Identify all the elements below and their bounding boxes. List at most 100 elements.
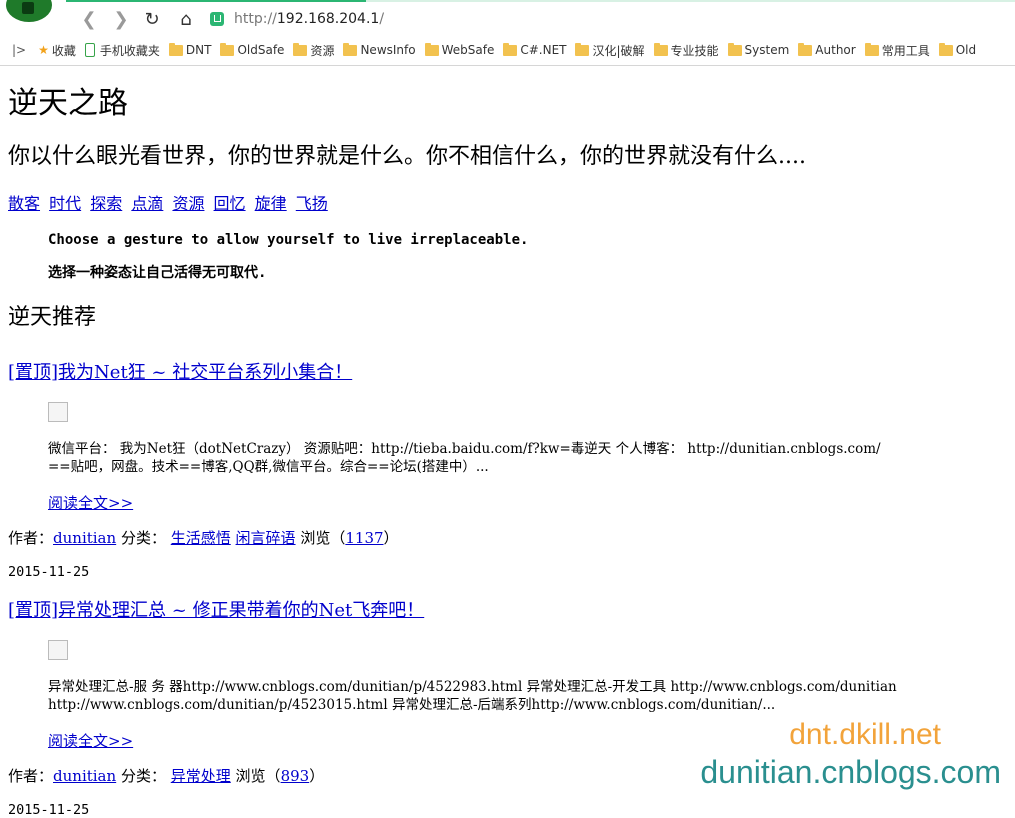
- views-close: ）: [383, 529, 399, 547]
- back-arrow-icon[interactable]: ❮: [78, 8, 100, 30]
- folder-icon: [798, 42, 813, 56]
- url-path: /: [379, 11, 385, 27]
- browser-toolbar: ❮ ❯ ↻ ⌂ http://192.168.204.1/: [0, 0, 1015, 36]
- bookmark-label: Author: [815, 43, 856, 57]
- folder-icon: [727, 42, 742, 56]
- quote-english: Choose a gesture to allow yourself to li…: [48, 232, 529, 248]
- post-meta: 作者：dunitian 分类： 生活感悟 闲言碎语 浏览（1137）: [8, 527, 1013, 548]
- forward-arrow-icon[interactable]: ❯: [110, 8, 132, 30]
- folder-icon: [864, 42, 879, 56]
- menu-item[interactable]: 飞扬: [296, 194, 328, 213]
- sidebar-toggle-icon[interactable]: |>: [12, 43, 26, 57]
- views-label: 浏览（: [300, 529, 346, 547]
- bookmark-label: 专业技能: [670, 43, 719, 58]
- bookmark-item[interactable]: OldSafe: [220, 42, 285, 57]
- excerpt-line: ==贴吧，网盘。技术==博客,QQ群,微信平台。综合==论坛(搭建中）...: [48, 459, 489, 475]
- bookmark-item[interactable]: 常用工具: [864, 42, 930, 59]
- url-scheme: http://: [234, 11, 277, 27]
- bookmark-item[interactable]: Author: [798, 42, 856, 57]
- watermark-domain: dnt.dkill.net: [789, 718, 941, 751]
- site-menu: 散客 时代 探索 点滴 资源 回忆 旋律 飞扬: [8, 190, 1013, 214]
- bookmark-label: WebSafe: [441, 43, 495, 57]
- folder-icon: [168, 42, 183, 56]
- bookmark-label: Old: [955, 43, 977, 57]
- active-tab-indicator: [66, 0, 366, 2]
- folder-icon: [293, 42, 308, 56]
- folder-icon: [575, 42, 590, 56]
- bookmark-item[interactable]: System: [727, 42, 790, 57]
- site-title: 逆天之路: [8, 86, 128, 121]
- post-date: 2015-11-25: [8, 802, 90, 818]
- folder-icon: [220, 42, 235, 56]
- section-title: 逆天推荐: [8, 305, 97, 330]
- author-link[interactable]: dunitian: [53, 767, 116, 785]
- address-bar[interactable]: http://192.168.204.1/: [210, 9, 1015, 29]
- post-item: [置顶]我为Net狂 ~ 社交平台系列小集合！ 微信平台： 我为Net狂（dot…: [8, 358, 1013, 580]
- bookmark-item[interactable]: 汉化|破解: [575, 42, 645, 59]
- reload-icon[interactable]: ↻: [141, 8, 163, 30]
- category-link[interactable]: 异常处理: [171, 767, 231, 785]
- views-count[interactable]: 893: [281, 767, 310, 785]
- post-excerpt: 异常处理汇总-服 务 器http://www.cnblogs.com/dunit…: [48, 678, 1013, 714]
- site-subtitle: 你以什么眼光看世界，你的世界就是什么。你不相信什么，你的世界就没有什么....: [8, 144, 806, 169]
- bookmark-label: 汉化|破解: [592, 43, 645, 58]
- bookmark-label: OldSafe: [237, 43, 285, 57]
- read-more-link[interactable]: 阅读全文>>: [48, 732, 133, 750]
- post-title-link[interactable]: [置顶]异常处理汇总 ~ 修正果带着你的Net飞奔吧！: [8, 600, 424, 621]
- category-label: 分类：: [120, 767, 166, 785]
- bookmark-item[interactable]: NewsInfo: [343, 42, 416, 57]
- menu-item[interactable]: 探索: [90, 194, 122, 213]
- bookmark-label: 资源: [310, 43, 335, 58]
- post-excerpt: 微信平台： 我为Net狂（dotNetCrazy） 资源贴吧：http://ti…: [48, 440, 1013, 476]
- menu-item[interactable]: 点滴: [131, 194, 163, 213]
- menu-item[interactable]: 旋律: [255, 194, 287, 213]
- folder-icon: [653, 42, 668, 56]
- bookmark-item[interactable]: Old: [938, 42, 977, 57]
- views-count[interactable]: 1137: [345, 529, 383, 547]
- menu-item[interactable]: 资源: [172, 194, 204, 213]
- home-icon[interactable]: ⌂: [175, 8, 197, 30]
- category-link[interactable]: 闲言碎语: [236, 529, 296, 547]
- bookmark-label: NewsInfo: [360, 43, 416, 57]
- bookmark-item[interactable]: ★ 收藏: [38, 42, 76, 59]
- folder-icon: [938, 42, 953, 56]
- bookmark-item[interactable]: 资源: [293, 42, 334, 59]
- read-more-link[interactable]: 阅读全文>>: [48, 494, 133, 512]
- url-host: 192.168.204.1: [276, 11, 380, 27]
- folder-icon: [343, 42, 358, 56]
- page-content: 逆天之路 你以什么眼光看世界，你的世界就是什么。你不相信什么，你的世界就没有什么…: [8, 66, 1013, 818]
- bookmark-item[interactable]: DNT: [168, 42, 211, 57]
- bookmark-label: 手机收藏夹: [99, 43, 160, 58]
- broken-image-icon: [48, 402, 68, 422]
- folder-icon: [503, 42, 518, 56]
- folder-icon: [424, 42, 439, 56]
- views-close: ）: [309, 767, 325, 785]
- author-link[interactable]: dunitian: [53, 529, 116, 547]
- menu-item[interactable]: 回忆: [214, 194, 246, 213]
- bookmark-item[interactable]: 手机收藏夹: [84, 42, 160, 59]
- excerpt-line: http://www.cnblogs.com/dunitian/p/452301…: [48, 697, 776, 713]
- browser-logo-icon[interactable]: [6, 0, 52, 22]
- bookmark-item[interactable]: C#.NET: [503, 42, 567, 57]
- phone-icon: [84, 43, 95, 57]
- excerpt-line: 异常处理汇总-服 务 器http://www.cnblogs.com/dunit…: [48, 679, 897, 695]
- bookmark-label: System: [744, 43, 790, 57]
- views-label: 浏览（: [235, 767, 281, 785]
- broken-image-icon: [48, 640, 68, 660]
- bookmarks-bar: |> ★ 收藏 手机收藏夹 DNT OldSafe 资源 NewsInfo WebSafe C#…: [0, 38, 1015, 62]
- bookmark-item[interactable]: 专业技能: [653, 42, 719, 59]
- secure-shield-icon: [210, 12, 224, 26]
- bookmark-label: 收藏: [51, 43, 76, 58]
- browser-chrome: ❮ ❯ ↻ ⌂ http://192.168.204.1/ |> ★ 收藏 手机收藏…: [0, 0, 1015, 66]
- bookmark-item[interactable]: WebSafe: [424, 42, 495, 57]
- tab-strip: [66, 0, 1015, 2]
- menu-item[interactable]: 时代: [49, 194, 81, 213]
- bookmark-label: C#.NET: [520, 43, 567, 57]
- bookmark-label: 常用工具: [881, 43, 930, 58]
- menu-item[interactable]: 散客: [8, 194, 40, 213]
- category-link[interactable]: 生活感悟: [171, 529, 231, 547]
- author-label: 作者：: [8, 767, 54, 785]
- post-title-link[interactable]: [置顶]我为Net狂 ~ 社交平台系列小集合！: [8, 362, 352, 383]
- category-label: 分类：: [120, 529, 166, 547]
- star-icon: ★: [38, 43, 49, 57]
